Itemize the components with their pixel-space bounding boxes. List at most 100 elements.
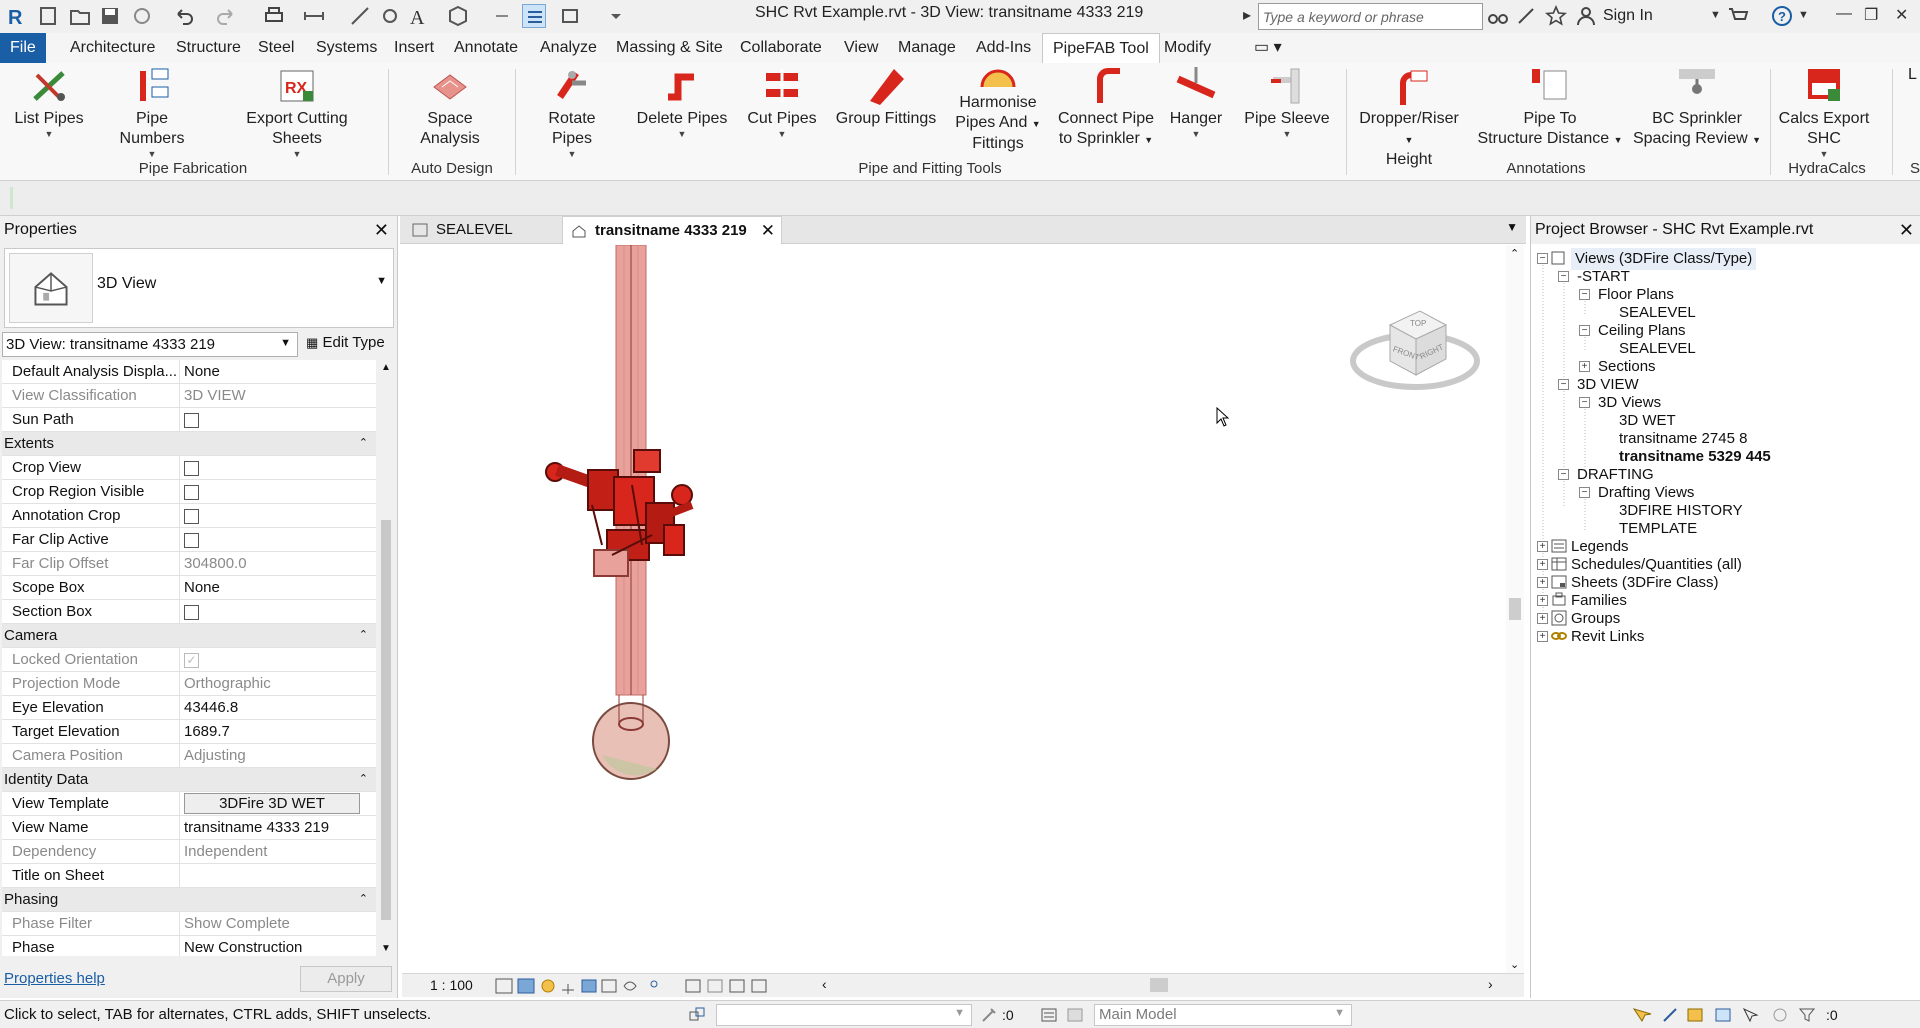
- group-header-identity-data[interactable]: Identity Data ⌃: [2, 768, 376, 792]
- property-value[interactable]: New Construction: [180, 936, 376, 956]
- dropper-riser-height-button[interactable]: Dropper/Riser ▼ Height: [1354, 65, 1464, 170]
- type-selector[interactable]: 3D View ▼: [4, 248, 394, 328]
- tab-insert[interactable]: Insert: [384, 33, 444, 63]
- undo-icon[interactable]: [172, 4, 196, 28]
- collapse-toggle-icon[interactable]: −: [1579, 397, 1590, 408]
- group-header-phasing[interactable]: Phasing ⌃: [2, 888, 376, 912]
- bc-sprinkler-spacing-review-button[interactable]: BC Sprinkler Spacing Review ▼: [1632, 65, 1762, 150]
- space-analysis-button[interactable]: Space Analysis: [398, 65, 502, 149]
- collapse-toggle-icon[interactable]: −: [1558, 379, 1569, 390]
- sun-path-checkbox[interactable]: [184, 412, 199, 428]
- scroll-right-icon[interactable]: ›: [1488, 976, 1493, 992]
- pipe-numbers-button[interactable]: Pipe Numbers ▼: [102, 65, 202, 159]
- title-on-sheet-field[interactable]: [180, 864, 376, 887]
- expand-toggle-icon[interactable]: +: [1537, 631, 1548, 642]
- search-input[interactable]: Type a keyword or phrase: [1258, 3, 1483, 30]
- collapse-toggle-icon[interactable]: −: [1558, 271, 1569, 282]
- list-pipes-button[interactable]: List Pipes ▼: [14, 65, 84, 139]
- tabs-menu-icon[interactable]: ▼: [1506, 220, 1518, 234]
- tab-structure[interactable]: Structure: [166, 33, 251, 63]
- collapse-toggle-icon[interactable]: −: [1579, 487, 1590, 498]
- select-links-icon[interactable]: [1632, 1008, 1652, 1022]
- scrollbar-thumb[interactable]: [381, 520, 391, 920]
- tab-pipefab-tool[interactable]: PipeFAB Tool: [1042, 33, 1160, 63]
- pipe-sleeve-button[interactable]: Pipe Sleeve ▼: [1240, 65, 1334, 139]
- tab-file[interactable]: File: [0, 33, 46, 63]
- crop-view-checkbox[interactable]: [184, 460, 199, 476]
- worksets-icon[interactable]: [688, 1006, 706, 1024]
- tab-massing-site[interactable]: Massing & Site: [606, 33, 733, 63]
- collapse-icon[interactable]: ⌃: [359, 888, 368, 911]
- apply-button[interactable]: Apply: [300, 966, 392, 992]
- save-icon[interactable]: [98, 4, 122, 28]
- properties-help-link[interactable]: Properties help: [4, 970, 105, 987]
- help-dropdown-icon[interactable]: ▼: [1798, 9, 1809, 21]
- property-row[interactable]: Eye Elevation 43446.8: [2, 696, 376, 720]
- design-options-icon[interactable]: [1040, 1006, 1058, 1024]
- model-3d-render[interactable]: [402, 244, 1506, 963]
- horizontal-scrollbar-thumb[interactable]: [1150, 978, 1168, 992]
- select-pinned-icon[interactable]: [1687, 1008, 1703, 1022]
- hanger-button[interactable]: Hanger ▼: [1164, 65, 1228, 139]
- tree-node-revit-links[interactable]: Revit Links: [1571, 626, 1644, 648]
- viewcube[interactable]: TOP FRONT RIGHT: [1350, 295, 1480, 405]
- reveal-constraints-icon[interactable]: [751, 979, 767, 993]
- tab-manage[interactable]: Manage: [888, 33, 966, 63]
- workset-select[interactable]: ▼: [716, 1004, 972, 1026]
- sign-in-link[interactable]: Sign In: [1603, 7, 1653, 25]
- scroll-left-icon[interactable]: ‹: [822, 976, 827, 992]
- properties-scrollbar[interactable]: ▲ ▼: [378, 360, 394, 956]
- expand-toggle-icon[interactable]: +: [1537, 613, 1548, 624]
- select-by-face-icon[interactable]: [1715, 1008, 1731, 1022]
- tab-steel[interactable]: Steel: [248, 33, 304, 63]
- open-icon[interactable]: [68, 4, 92, 28]
- visual-style-icon[interactable]: [517, 978, 535, 994]
- property-row[interactable]: View Template 3DFire 3D WET: [2, 792, 376, 816]
- thin-lines-icon[interactable]: [522, 4, 546, 28]
- hide-isolate-icon[interactable]: [623, 981, 637, 991]
- section-icon[interactable]: [490, 4, 514, 28]
- section-box-checkbox[interactable]: [184, 604, 199, 620]
- view-scale[interactable]: 1 : 100: [430, 977, 473, 993]
- expand-toggle-icon[interactable]: +: [1537, 577, 1548, 588]
- property-value[interactable]: 43446.8: [180, 696, 376, 719]
- scrollbar-thumb[interactable]: [1509, 598, 1521, 620]
- property-row[interactable]: Title on Sheet: [2, 864, 376, 888]
- default-3d-view-icon[interactable]: [446, 4, 470, 28]
- revit-logo-icon[interactable]: R: [4, 4, 28, 29]
- property-row[interactable]: Crop Region Visible: [2, 480, 376, 504]
- instance-filter-select[interactable]: 3D View: transitname 4333 219 ▼: [2, 332, 298, 357]
- temporary-view-properties-icon[interactable]: [685, 979, 701, 993]
- text-icon[interactable]: A: [406, 4, 430, 29]
- collapse-toggle-icon[interactable]: −: [1579, 325, 1590, 336]
- drag-elements-icon[interactable]: [1742, 1007, 1759, 1023]
- pipe-to-structure-distance-button[interactable]: Pipe To Structure Distance ▼: [1476, 65, 1624, 150]
- annotation-crop-checkbox[interactable]: [184, 508, 199, 524]
- close-window-icon[interactable]: ✕: [1895, 5, 1908, 25]
- tab-annotate[interactable]: Annotate: [444, 33, 528, 63]
- calcs-export-shc-button[interactable]: Calcs Export SHC ▼: [1762, 65, 1886, 159]
- expand-toggle-icon[interactable]: +: [1537, 595, 1548, 606]
- scroll-down-icon[interactable]: ▼: [381, 943, 391, 954]
- property-row[interactable]: Section Box: [2, 600, 376, 624]
- property-row[interactable]: Scope Box None: [2, 576, 376, 600]
- help-icon[interactable]: ?: [1770, 4, 1794, 28]
- expand-toggle-icon[interactable]: +: [1579, 361, 1590, 372]
- measure-icon[interactable]: [302, 4, 326, 28]
- scroll-up-icon[interactable]: ▲: [381, 362, 391, 373]
- far-clip-active-checkbox[interactable]: [184, 532, 199, 548]
- scroll-down-icon[interactable]: ⌄: [1510, 958, 1519, 971]
- group-header-extents[interactable]: Extents ⌃: [2, 432, 376, 456]
- signin-dropdown-icon[interactable]: ▼: [1710, 9, 1721, 21]
- group-fittings-button[interactable]: Group Fittings: [834, 65, 938, 129]
- close-icon[interactable]: ✕: [374, 216, 389, 244]
- group-header-camera[interactable]: Camera ⌃: [2, 624, 376, 648]
- scroll-up-icon[interactable]: ⌃: [1510, 247, 1519, 260]
- property-row[interactable]: Target Elevation 1689.7: [2, 720, 376, 744]
- render-icon[interactable]: [581, 979, 597, 993]
- connect-pipe-to-sprinkler-button[interactable]: Connect Pipe to Sprinkler ▼: [1056, 65, 1156, 150]
- view-vertical-scrollbar[interactable]: ⌃ ⌄: [1506, 245, 1524, 973]
- filter-icon[interactable]: [1798, 1008, 1816, 1022]
- property-row[interactable]: Far Clip Active: [2, 528, 376, 552]
- tab-collaborate[interactable]: Collaborate: [730, 33, 832, 63]
